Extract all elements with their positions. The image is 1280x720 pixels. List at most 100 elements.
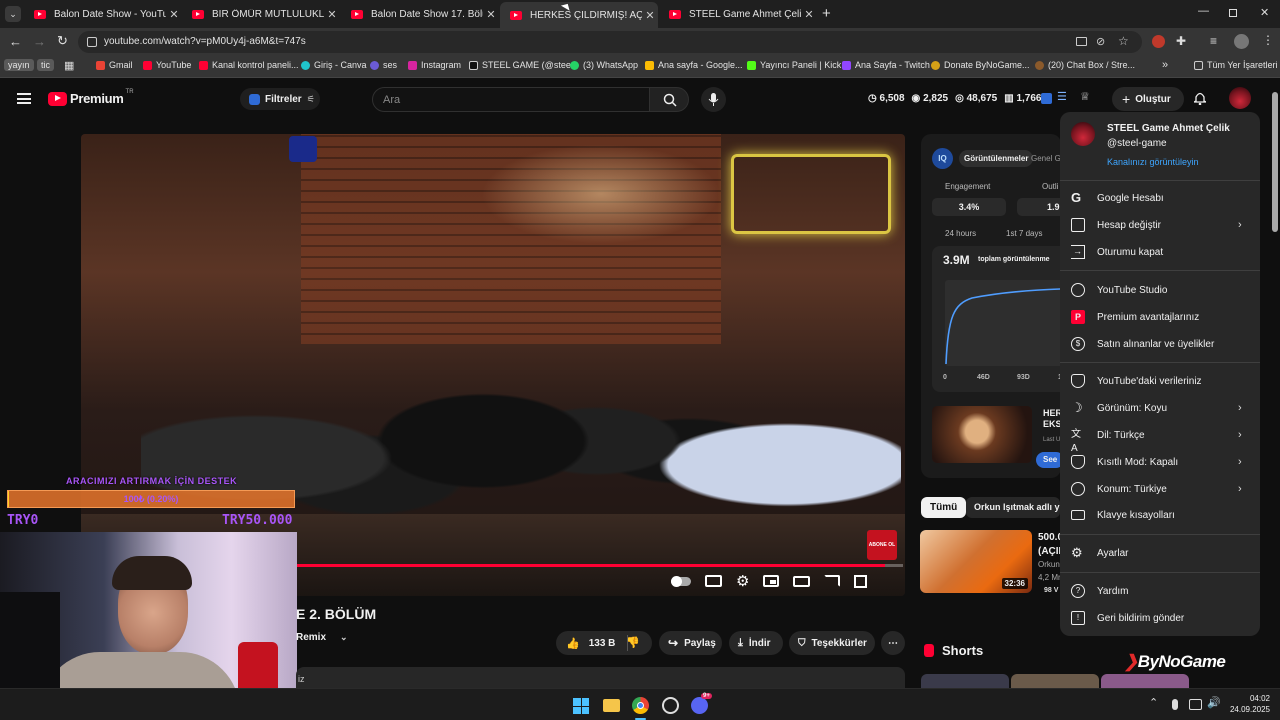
cast-icon[interactable] [824, 575, 841, 587]
shorts-thumbnail[interactable] [1101, 674, 1189, 688]
voice-search-button[interactable] [701, 87, 726, 112]
menu-item-appearance[interactable]: ☽ Görünüm: Koyu › [1060, 395, 1260, 421]
extension-icon[interactable] [1152, 35, 1165, 48]
reload-icon[interactable]: ↻ [57, 33, 68, 49]
range-7d[interactable]: 1st 7 days [1006, 229, 1042, 238]
close-tab-icon[interactable]: ✕ [801, 8, 817, 21]
minimize-icon[interactable]: — [1198, 5, 1209, 17]
vidiq-icon[interactable] [1041, 93, 1052, 104]
close-window-icon[interactable]: ✕ [1260, 6, 1269, 19]
search-input[interactable]: Ara [372, 87, 650, 112]
tab-search-button[interactable]: ⌄ [5, 6, 21, 22]
menu-item-studio[interactable]: YouTube Studio [1060, 277, 1260, 303]
bookmark[interactable]: Instagram [408, 60, 461, 70]
close-tab-icon[interactable]: ✕ [642, 9, 658, 22]
bookmark[interactable]: STEEL GAME (@stee... [469, 60, 578, 70]
file-explorer-icon[interactable] [603, 699, 620, 712]
bookmark[interactable]: Donate ByNoGame... [931, 60, 1030, 70]
remix-button[interactable]: Remix ⌄ [296, 632, 348, 643]
network-icon[interactable] [1189, 699, 1202, 710]
menu-item-shortcuts[interactable]: Klavye kısayolları [1060, 502, 1260, 528]
search-button[interactable] [649, 87, 689, 112]
subscribe-overlay-badge[interactable]: ABONE OL [867, 530, 897, 560]
description-box[interactable]: iz [296, 667, 905, 689]
extensions-puzzle-icon[interactable]: ✚ [1176, 34, 1186, 48]
browser-tab[interactable]: BİR ÖMÜR MUTLULUKLAR 💛✕ [182, 4, 340, 24]
site-info-icon[interactable] [87, 37, 97, 47]
bookmark[interactable]: Kanal kontrol paneli... [199, 60, 299, 70]
discord-icon[interactable]: 9+ [691, 693, 712, 714]
menu-item-feedback[interactable]: ! Geri bildirim gönder [1060, 605, 1260, 631]
menu-item-location[interactable]: Konum: Türkiye › [1060, 476, 1260, 502]
bookmark[interactable]: YouTube [143, 60, 191, 70]
media-control-icon[interactable]: ≡ [1210, 34, 1217, 48]
tab-general[interactable]: Genel G [1031, 154, 1061, 163]
menu-item-premium[interactable]: P Premium avantajlarınız [1060, 304, 1260, 330]
url-text[interactable]: youtube.com/watch?v=pM0Uy4j-a6M&t=747s [104, 36, 306, 47]
tab-views[interactable]: Görüntülenmeler [959, 150, 1034, 167]
menu-item-sign-out[interactable]: → Oturumu kapat [1060, 239, 1260, 265]
view-channel-link[interactable]: Kanalınızı görüntüleyin [1107, 157, 1199, 167]
share-button[interactable]: ↪ Paylaş [659, 631, 722, 655]
subtitles-icon[interactable] [705, 575, 722, 587]
menu-item-help[interactable]: ? Yardım [1060, 578, 1260, 604]
fullscreen-icon[interactable] [854, 574, 868, 588]
shorts-thumbnail[interactable] [1011, 674, 1099, 688]
apps-grid-icon[interactable]: ▦ [64, 59, 74, 72]
shorts-thumbnail[interactable] [921, 674, 1009, 688]
bookmark-star-icon[interactable]: ☆ [1118, 34, 1129, 48]
browser-tab[interactable]: Balon Date Show 17. Bölüm - Y✕ [341, 4, 499, 24]
rec-thumbnail[interactable] [932, 406, 1032, 463]
browser-tab[interactable]: Balon Date Show - YouTube✕ [24, 4, 182, 24]
menu-item-your-data[interactable]: YouTube'daki verileriniz [1060, 368, 1260, 394]
bookmark[interactable]: (3) WhatsApp [570, 60, 638, 70]
notifications-bell-icon[interactable] [1194, 91, 1206, 105]
close-tab-icon[interactable]: ✕ [483, 8, 499, 21]
chrome-menu-icon[interactable]: ⋮ [1262, 33, 1274, 47]
suggested-thumbnail[interactable]: 32:36 [920, 530, 1032, 593]
autoplay-toggle[interactable] [671, 575, 691, 587]
theater-mode-icon[interactable] [793, 575, 811, 587]
filters-button[interactable]: Filtreler ⚟ [240, 88, 320, 110]
bookmark[interactable]: tic [37, 59, 54, 71]
hamburger-menu-icon[interactable] [17, 93, 31, 104]
bookmark[interactable]: Gmail [96, 60, 133, 70]
volume-icon[interactable]: 🔊 [1207, 696, 1221, 709]
bookmark-folder[interactable]: Tüm Yer İşaretleri [1194, 60, 1278, 70]
forward-icon[interactable]: → [33, 34, 46, 49]
bookmark[interactable]: Yayıncı Paneli | Kick [747, 60, 841, 70]
menu-item-restricted[interactable]: Kısıtlı Mod: Kapalı › [1060, 449, 1260, 475]
more-bookmarks-icon[interactable]: » [1162, 59, 1168, 71]
dislike-icon[interactable]: 👎 [626, 636, 640, 649]
browser-tab[interactable]: STEEL Game Ahmet Çelik - You✕ [659, 4, 817, 24]
menu-item-settings[interactable]: ⚙ Ayarlar [1060, 540, 1260, 566]
eye-off-icon[interactable]: ⊘ [1096, 35, 1105, 48]
new-tab-icon[interactable]: + [822, 5, 831, 22]
bookmark[interactable]: ses [370, 60, 397, 70]
more-actions-button[interactable]: ⋯ [881, 631, 905, 655]
profile-avatar[interactable] [1234, 34, 1249, 49]
range-24h[interactable]: 24 hours [945, 229, 976, 238]
bookmark[interactable]: (20) Chat Box / Stre... [1035, 60, 1135, 70]
omnibox[interactable]: youtube.com/watch?v=pM0Uy4j-a6M&t=747s ⊘… [78, 31, 1142, 53]
bookmark[interactable]: Ana Sayfa - Twitch [842, 60, 930, 70]
microphone-tray-icon[interactable] [1172, 699, 1178, 710]
bookmark[interactable]: Ana sayfa - Google... [645, 60, 743, 70]
install-app-icon[interactable] [1076, 37, 1087, 46]
chip-channel[interactable]: Orkun Işıtmak adlı yü [966, 497, 1060, 518]
obs-icon[interactable] [662, 697, 679, 714]
menu-item-purchases[interactable]: $ Satın alınanlar ve üyelikler [1060, 331, 1260, 357]
bookmark[interactable]: Giriş - Canva [301, 60, 367, 70]
back-icon[interactable]: ← [9, 34, 22, 49]
menu-item-switch-account[interactable]: Hesap değiştir › [1060, 212, 1260, 238]
bookmark[interactable]: yayın [4, 59, 34, 71]
close-tab-icon[interactable]: ✕ [166, 8, 182, 21]
rec-see-button[interactable]: See [1036, 452, 1061, 468]
restore-icon[interactable] [1229, 9, 1237, 17]
close-tab-icon[interactable]: ✕ [324, 8, 340, 21]
browser-tab-active[interactable]: HERKES ÇILDIRMIŞ! AÇIK EKSİL✕ [500, 2, 658, 28]
menu-item-google-account[interactable]: G Google Hesabı [1060, 185, 1260, 211]
miniplayer-icon[interactable] [763, 575, 780, 587]
create-button[interactable]: + Oluştur [1112, 87, 1184, 111]
chip-all[interactable]: Tümü [921, 497, 967, 518]
